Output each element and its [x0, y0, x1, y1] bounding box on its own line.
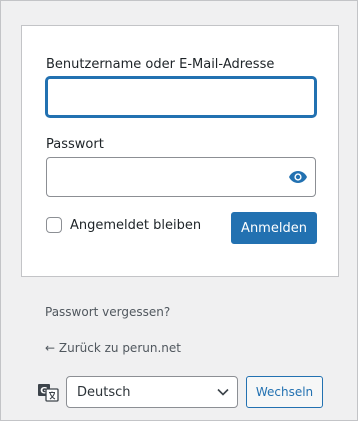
language-select-value: Deutsch	[77, 384, 131, 400]
chevron-down-icon	[217, 388, 229, 396]
lost-password-link[interactable]: Passwort vergessen?	[45, 305, 170, 319]
remember-label[interactable]: Angemeldet bleiben	[70, 218, 201, 233]
remember-me: Angemeldet bleiben	[46, 215, 201, 235]
remember-checkbox[interactable]	[46, 217, 62, 233]
switch-language-button[interactable]: Wechseln	[246, 376, 323, 408]
language-select[interactable]: Deutsch	[66, 376, 238, 408]
password-label: Passwort	[46, 137, 104, 152]
password-input[interactable]	[46, 157, 316, 197]
eye-icon	[289, 171, 307, 183]
translate-icon: G	[38, 384, 59, 402]
login-page: { "login_form": { "username_label": "Ben…	[0, 0, 358, 421]
username-input[interactable]	[46, 77, 316, 117]
language-switcher: G Deutsch Wechseln	[37, 376, 323, 408]
login-form: Benutzername oder E-Mail-Adresse Passwor…	[21, 25, 339, 277]
back-to-site-link[interactable]: ← Zurück zu perun.net	[45, 341, 181, 355]
login-button[interactable]: Anmelden	[231, 212, 317, 244]
show-password-button[interactable]	[280, 157, 316, 197]
username-label: Benutzername oder E-Mail-Adresse	[46, 57, 275, 72]
